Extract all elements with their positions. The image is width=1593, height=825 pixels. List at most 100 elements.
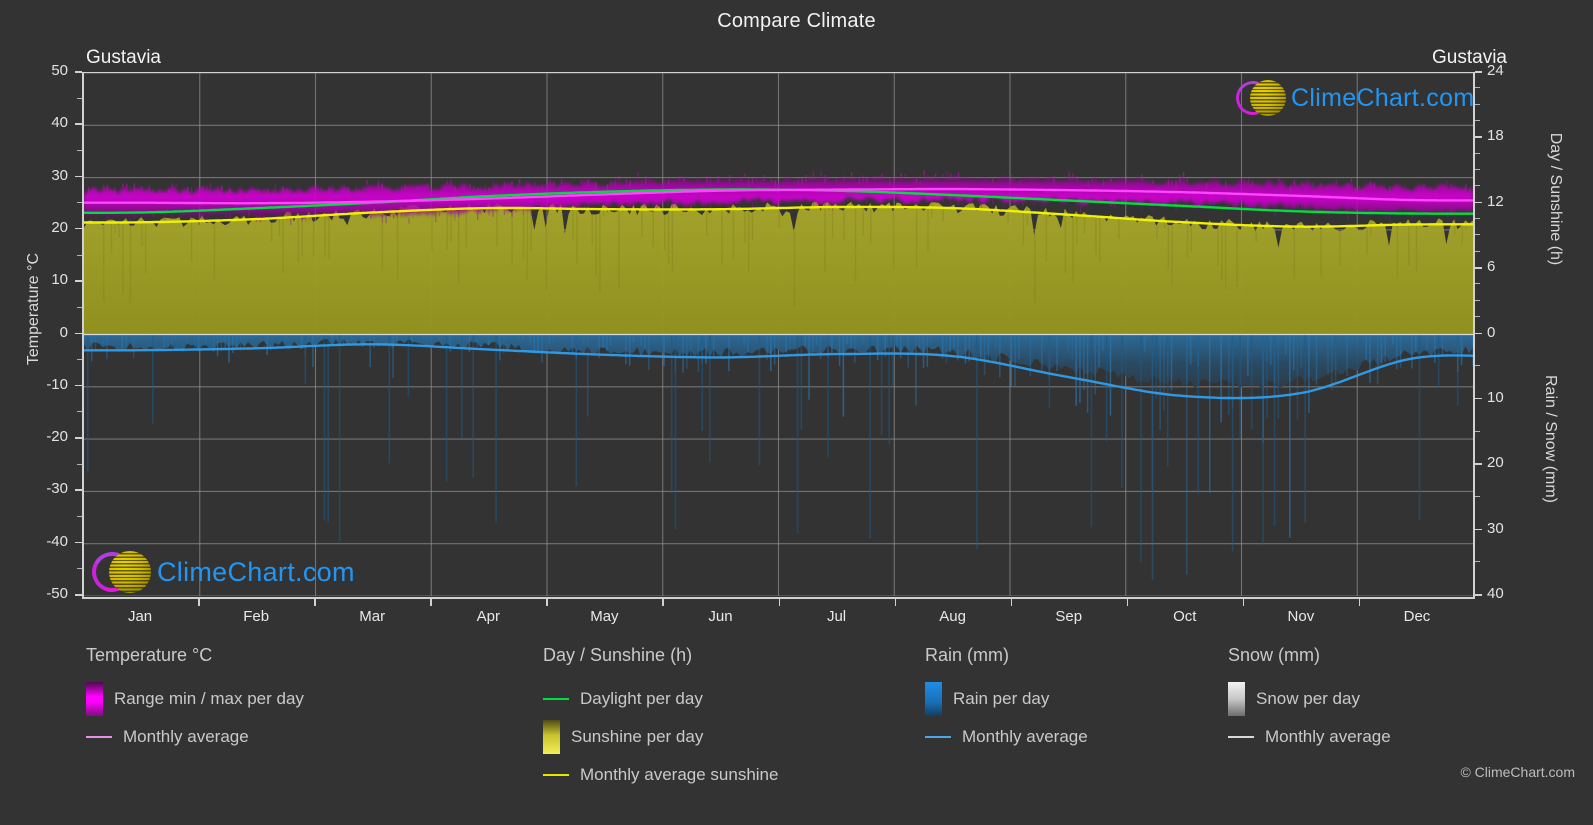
- x-axis-tick-label: Jul: [826, 608, 847, 625]
- y-axis-left-tick-label: 40: [51, 114, 68, 132]
- sunshine-daily-series: [84, 201, 1473, 335]
- y-axis-right-minor-tickmark: [1475, 120, 1480, 122]
- brand-logo-watermark: ClimeChart.com: [86, 546, 355, 598]
- y-axis-right-minor-tickmark: [1475, 316, 1480, 318]
- legend-swatch-icon: [1228, 682, 1245, 716]
- x-axis-tick-label: Dec: [1403, 608, 1431, 625]
- legend-group-title: Day / Sunshine (h): [543, 645, 693, 665]
- y-axis-left-tick-label: -10: [46, 375, 68, 393]
- x-axis-tickmark: [1010, 599, 1013, 606]
- y-axis-left-tickmark: [75, 437, 82, 439]
- legend-swatch-icon: [543, 720, 560, 754]
- y-axis-right-tickmark: [1475, 594, 1482, 596]
- y-axis-left-tickmark: [75, 71, 82, 73]
- legend-line-icon: [543, 773, 569, 777]
- x-axis-tick-label: Sep: [1055, 608, 1083, 625]
- y-axis-left-tick-label: 0: [59, 323, 68, 341]
- y-axis-right-minor-tickmark: [1475, 185, 1480, 187]
- y-axis-right-tick-label: 18: [1487, 127, 1504, 145]
- x-axis-tickmark: [1126, 599, 1129, 606]
- x-axis-tickmark: [430, 599, 432, 606]
- legend-item[interactable]: Rain per day: [925, 680, 1088, 718]
- legend-item-label: Sunshine per day: [571, 727, 704, 746]
- y-axis-left-tickmark: [75, 384, 82, 387]
- x-axis-tickmark: [1242, 599, 1245, 606]
- legend-item-label: Rain per day: [953, 689, 1050, 708]
- brand-logo-top: ClimeChart.com: [1231, 76, 1475, 120]
- x-axis-tickmark: [546, 599, 548, 606]
- x-axis-tick-label: Jun: [708, 608, 733, 625]
- y-axis-right-tickmark: [1475, 528, 1482, 531]
- y-axis-left-tickmark: [75, 489, 82, 491]
- y-axis-left-tickmark: [75, 123, 82, 125]
- x-axis-tick-label: Oct: [1173, 608, 1197, 625]
- x-axis-tick-label: Nov: [1287, 608, 1315, 625]
- legend-item[interactable]: Monthly average: [925, 718, 1088, 756]
- legend-item-label: Monthly average sunshine: [580, 765, 779, 784]
- legend-item-label: Daylight per day: [580, 689, 703, 708]
- y-axis-left-tickmark: [75, 332, 82, 334]
- legend-line-icon: [925, 735, 951, 739]
- copyright-label: © ClimeChart.com: [1460, 764, 1575, 780]
- y-axis-right-minor-tickmark: [1475, 430, 1480, 432]
- x-axis-tickmark: [198, 599, 200, 606]
- y-axis-right-tick-label: 40: [1487, 585, 1504, 602]
- y-axis-left-tick-label: 50: [51, 62, 68, 79]
- legend-item-label: Snow per day: [1256, 689, 1360, 708]
- x-axis-tick-label: Feb: [243, 608, 270, 625]
- y-axis-right-minor-tickmark: [1475, 299, 1480, 301]
- legend-group-title: Temperature °C: [86, 645, 213, 665]
- y-axis-right-minor-tickmark: [1475, 87, 1480, 89]
- logo-text: ClimeChart.com: [1291, 83, 1475, 112]
- plot-svg: [84, 73, 1473, 596]
- y-axis-right-minor-tickmark: [1475, 561, 1480, 563]
- legend-item-label: Monthly average: [1265, 727, 1391, 746]
- y-axis-right-minor-tickmark: [1475, 218, 1480, 220]
- page-title: Compare Climate: [717, 10, 876, 32]
- y-axis-right-tickmark: [1475, 136, 1482, 138]
- y-axis-right-tick-label: 30: [1487, 519, 1504, 537]
- x-axis-tick-label: May: [590, 608, 619, 625]
- climate-chart-page: Compare Climate Gustavia Gustavia Temper…: [0, 0, 1593, 825]
- y-axis-right-tickmark: [1475, 267, 1482, 269]
- legend-item[interactable]: Daylight per day: [543, 680, 778, 718]
- y-axis-title-right-top: Day / Sunshine (h): [1547, 132, 1564, 266]
- legend-group: Snow (mm) Snow per day Monthly average: [1228, 645, 1391, 756]
- x-axis-tickmark: [1358, 599, 1361, 606]
- y-axis-right-tickmark: [1475, 332, 1482, 334]
- y-axis-right-minor-tickmark: [1475, 250, 1480, 252]
- legend-item-label: Monthly average: [962, 727, 1088, 746]
- y-axis-left-tick-label: -20: [46, 428, 68, 446]
- x-axis-tickmark: [662, 599, 664, 606]
- legend-item[interactable]: Range min / max per day: [86, 680, 304, 718]
- legend-swatch-icon: [925, 682, 942, 716]
- y-axis-right-minor-tickmark: [1475, 152, 1480, 154]
- y-axis-right-tickmark: [1475, 463, 1482, 465]
- y-axis-right-minor-tickmark: [1475, 234, 1480, 236]
- y-axis-right-minor-tickmark: [1475, 169, 1480, 171]
- legend-item-label: Monthly average: [123, 727, 249, 746]
- chart-legend: Temperature °C Range min / max per day Mon…: [0, 645, 1593, 825]
- y-axis-left-tick-label: 20: [51, 218, 68, 236]
- x-axis-tickmark: [778, 599, 780, 606]
- legend-item[interactable]: Monthly average sunshine: [543, 756, 778, 794]
- y-axis-left-tickmark: [75, 541, 82, 544]
- legend-item[interactable]: Monthly average: [1228, 718, 1391, 756]
- legend-group: Day / Sunshine (h) Daylight per day Sunshi…: [543, 645, 778, 794]
- y-axis-right-tick-label: 0: [1487, 323, 1496, 341]
- y-axis-right-minor-tickmark: [1475, 495, 1480, 497]
- y-axis-right-tick-label: 6: [1487, 258, 1496, 276]
- x-axis-tick-label: Jan: [127, 608, 153, 625]
- y-axis-right-minor-tickmark: [1475, 365, 1480, 367]
- legend-item[interactable]: Sunshine per day: [543, 718, 778, 756]
- legend-item-label: Range min / max per day: [114, 689, 304, 708]
- legend-group: Rain (mm) Rain per day Monthly average: [925, 645, 1088, 756]
- y-axis-left-tickmark: [75, 280, 82, 282]
- legend-item[interactable]: Monthly average: [86, 718, 304, 756]
- legend-line-icon: [86, 735, 112, 739]
- y-axis-right-tickmark: [1475, 71, 1482, 73]
- y-axis-left-tick-label: 30: [51, 166, 68, 184]
- legend-swatch-icon: [86, 682, 103, 716]
- y-axis-right-minor-tickmark: [1475, 283, 1480, 285]
- legend-item[interactable]: Snow per day: [1228, 680, 1391, 718]
